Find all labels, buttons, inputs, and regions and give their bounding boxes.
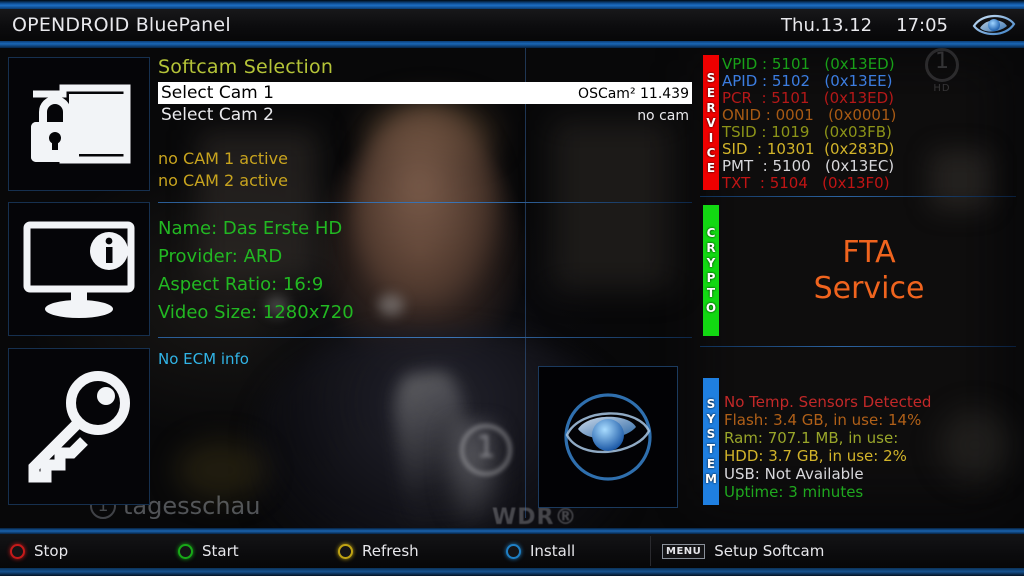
monitor-info-icon[interactable] [8, 202, 150, 336]
right-divider-1 [700, 196, 1016, 197]
select-cam-2-label: Select Cam 2 [161, 105, 274, 125]
system-row-hdd: HDD: 3.7 GB, in use: 2% [724, 447, 907, 465]
crypto-line-2: Service [813, 271, 925, 306]
pid-row-vpid: VPID : 5101 (0x13ED) [722, 55, 895, 73]
cam-status-block: no CAM 1 active no CAM 2 active [158, 148, 692, 192]
system-row-ram: Ram: 707.1 MB, in use: [724, 429, 899, 447]
yellow-dot-icon [338, 543, 353, 559]
pid-row-apid: APID : 5102 (0x13EE) [722, 72, 893, 90]
select-cam-1-value: OSCam² 11.439 [578, 86, 689, 102]
red-dot-icon [10, 543, 25, 559]
pid-row-sid: SID : 10301 (0x283D) [722, 140, 895, 158]
header-underglow [0, 41, 1024, 48]
color-button-bar: Stop Start Refresh Install MENU Setup So… [0, 534, 1024, 568]
system-info-list: No Temp. Sensors Detected Flash: 3.4 GB,… [724, 393, 1016, 501]
title-bar: OPENDROID BluePanel Thu.13.12 17:05 [0, 9, 1024, 41]
cam-2-status: no CAM 2 active [158, 171, 288, 190]
service-aspect-ratio: Aspect Ratio: 16:9 [158, 274, 324, 295]
green-button-label: Start [202, 542, 239, 560]
softcam-selection-title: Softcam Selection [158, 56, 334, 78]
yellow-button-refresh[interactable]: Refresh [338, 542, 419, 560]
pid-row-onid: ONID : 0001 (0x0001) [722, 106, 897, 124]
top-glow-strip [0, 0, 1024, 9]
header-clock: 17:05 [896, 14, 948, 36]
select-cam-2-row[interactable]: Select Cam 2 no cam [158, 104, 692, 126]
menu-button-setup-softcam[interactable]: MENU Setup Softcam [662, 542, 824, 560]
green-button-start[interactable]: Start [178, 542, 239, 560]
system-row-temp: No Temp. Sensors Detected [724, 393, 932, 411]
eye-logo-icon [972, 10, 1016, 40]
select-cam-2-value: no cam [637, 108, 689, 124]
service-video-size: Video Size: 1280x720 [158, 302, 354, 323]
bluepanel-screen: WDR® HD tagesschau OPENDROID BluePanel T… [0, 0, 1024, 576]
system-bar-label: SYSTEM [703, 378, 719, 505]
green-dot-icon [178, 543, 193, 559]
key-icon[interactable] [8, 348, 150, 505]
system-row-flash: Flash: 3.4 GB, in use: 14% [724, 411, 922, 429]
blue-button-install[interactable]: Install [506, 542, 575, 560]
blue-button-label: Install [530, 542, 576, 560]
select-cam-1-row[interactable]: Select Cam 1 OSCam² 11.439 [158, 82, 692, 104]
service-bar-label: SERVICE [703, 55, 719, 190]
pid-row-pcr: PCR : 5101 (0x13ED) [722, 89, 895, 107]
page-title: OPENDROID BluePanel [12, 14, 231, 36]
cam-1-status: no CAM 1 active [158, 149, 288, 168]
service-name: Name: Das Erste HD [158, 218, 343, 239]
select-cam-1-label: Select Cam 1 [161, 83, 274, 103]
service-details: Name: Das Erste HD Provider: ARD Aspect … [158, 215, 692, 327]
service-provider: Provider: ARD [158, 246, 283, 267]
red-button-label: Stop [34, 542, 69, 560]
bottom-edge-glow [0, 568, 1024, 576]
crypto-status: FTA Service [726, 206, 1012, 336]
yellow-button-label: Refresh [362, 542, 419, 560]
bottom-bar-separator [650, 536, 651, 566]
header-date: Thu.13.12 [781, 14, 873, 36]
menu-button-label: Setup Softcam [714, 542, 825, 560]
menu-key-icon: MENU [662, 543, 706, 559]
pid-row-txt: TXT : 5104 (0x13F0) [722, 174, 890, 192]
divider-top [158, 202, 692, 203]
screen-lock-icon[interactable] [8, 57, 150, 191]
pid-row-tsid: TSID : 1019 (0x03FB) [722, 123, 892, 141]
divider-bottom [158, 337, 692, 338]
center-logo-box [538, 366, 678, 508]
crypto-line-1: FTA [842, 235, 896, 270]
blue-dot-icon [506, 543, 521, 559]
system-row-uptime: Uptime: 3 minutes [724, 483, 864, 501]
system-row-usb: USB: Not Available [724, 465, 864, 483]
crypto-bar-label: CRYPTO [703, 205, 719, 336]
right-divider-2 [700, 346, 1016, 347]
pid-row-pmt: PMT : 5100 (0x13EC) [722, 157, 895, 175]
service-pid-list: VPID : 5101 (0x13ED) APID : 5102 (0x13EE… [722, 56, 1012, 192]
red-button-stop[interactable]: Stop [10, 542, 68, 560]
